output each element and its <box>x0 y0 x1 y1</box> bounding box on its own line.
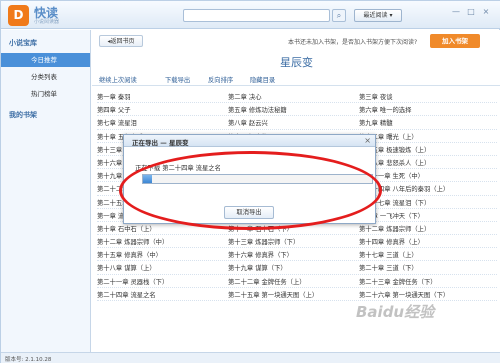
chapter-row: 第十八章 谋算（上） 第十九章 谋算（下） 第二十章 三道（下） <box>97 261 497 275</box>
app-subtitle: 小说阅读器 <box>34 19 60 25</box>
chapter-link[interactable]: 第三章 夜谈 <box>359 92 393 101</box>
chapter-link[interactable]: 第十章 石中石（上） <box>97 224 156 233</box>
app-logo: D <box>8 5 29 26</box>
chapter-link[interactable]: 第二十三章 金牌任务（下） <box>359 277 437 286</box>
chapter-link[interactable]: 第七章 流星泪 <box>97 118 137 127</box>
chapter-row: 第十二章 炼器宗师（中） 第十三章 炼器宗师（下） 第十四章 修真界（上） <box>97 235 497 249</box>
dialog-title: 正在导出 — 星辰变 <box>132 139 189 147</box>
chapter-link[interactable]: 第二十章 三道（下） <box>359 263 418 272</box>
recent-reading-button[interactable]: 最近阅读 ▾ <box>354 9 402 22</box>
sidebar: 小说宝库 今日推荐 分类列表 热门榜单 我的书架 <box>1 30 91 352</box>
download-export-button[interactable]: 下载导出 <box>165 75 190 84</box>
maximize-icon[interactable]: □ <box>466 7 476 17</box>
chapter-link[interactable]: 第十二章 炼器宗师（中） <box>97 237 168 246</box>
sidebar-item-label: 今日推荐 <box>31 56 57 64</box>
progress-bar <box>142 174 373 184</box>
sidebar-item-label: 热门榜单 <box>31 90 57 98</box>
chapter-row: 第二十四章 流星之名 第二十五章 第一块通天图（上） 第二十六章 第一块通天图（下） <box>97 288 497 301</box>
chapter-row: 第二十一章 灵器栈（下） 第二十二章 金牌任务（上） 第二十三章 金牌任务（下） <box>97 275 497 288</box>
watermark: Baidu经验 <box>356 303 435 321</box>
chapter-row: 第七章 流星泪 第八章 赵云兴 第九章 精髓 <box>97 116 497 130</box>
sidebar-section-library[interactable]: 小说宝库 <box>9 38 37 48</box>
chapter-link[interactable]: 第十二章 炼器宗师（上） <box>359 224 430 233</box>
chapter-link[interactable]: 第二章 决心 <box>228 92 262 101</box>
sidebar-item-label: 分类列表 <box>31 73 57 81</box>
chapter-link[interactable]: 第十九章 谋算（下） <box>228 263 287 272</box>
version-label: 版本号: 2.1.10.28 <box>5 357 52 363</box>
minimize-icon[interactable]: — <box>451 7 461 17</box>
shelf-notice: 本书还未加入书架，是否加入书架方便下次阅读? <box>288 39 418 46</box>
chapter-link[interactable]: 第二十一章 灵器栈（下） <box>97 277 168 286</box>
chapter-link[interactable]: 第八章 赵云兴 <box>228 118 268 127</box>
chapter-link[interactable]: 第九章 精髓 <box>359 118 393 127</box>
chapter-link[interactable]: 第十一章 石中石（下） <box>228 224 293 233</box>
chapter-link[interactable]: 第十六章 修真界（下） <box>228 250 293 259</box>
back-button[interactable]: ◂返回书页 <box>99 35 143 47</box>
title-bar: D 快读 小说阅读器 ⌕ 最近阅读 ▾ — □ × <box>1 1 500 29</box>
chapter-link[interactable]: 第六章 唯一的选择 <box>359 105 411 114</box>
chapter-link[interactable]: 第五章 修炼功法秘籍 <box>228 105 287 114</box>
sidebar-item-recommend[interactable]: 今日推荐 <box>1 53 90 67</box>
chapter-row: 第四章 父子 第五章 修炼功法秘籍 第六章 唯一的选择 <box>97 103 497 117</box>
chapter-row: 第十五章 修真界（中） 第十六章 修真界（下） 第十七章 三道（上） <box>97 248 497 262</box>
cancel-export-button[interactable]: 取消导出 <box>224 206 274 219</box>
chapter-link[interactable]: 第四章 父子 <box>97 105 131 114</box>
status-bar: 版本号: 2.1.10.28 <box>1 352 500 363</box>
close-icon[interactable]: × <box>364 136 371 145</box>
download-status: 正在下载 第二十四章 流星之名 <box>135 165 221 172</box>
chapter-row: 第一章 秦羽 第二章 决心 第三章 夜谈 <box>97 90 497 104</box>
chapter-link[interactable]: 第一章 秦羽 <box>97 92 131 101</box>
export-dialog: 正在导出 — 星辰变 × 正在下载 第二十四章 流星之名 取消导出 <box>123 134 376 224</box>
chapter-link[interactable]: 第十八章 谋算（上） <box>97 263 156 272</box>
chapter-link[interactable]: 第十七章 三道（上） <box>359 250 418 259</box>
progress-fill <box>143 175 153 183</box>
sidebar-item-categories[interactable]: 分类列表 <box>1 70 90 84</box>
app-window: D 快读 小说阅读器 ⌕ 最近阅读 ▾ — □ × 小说宝库 今日推荐 分类列表… <box>0 0 500 363</box>
search-icon[interactable]: ⌕ <box>332 9 346 22</box>
search-input[interactable] <box>183 9 330 22</box>
book-title: 星辰变 <box>280 56 313 69</box>
reverse-sort-button[interactable]: 反向排序 <box>208 75 233 84</box>
chapter-link[interactable]: 第二十四章 流星之名 <box>97 290 156 299</box>
add-to-shelf-button[interactable]: 加入书架 <box>430 34 480 48</box>
chapter-link[interactable]: 第二十二章 金牌任务（上） <box>228 277 306 286</box>
chapter-link[interactable]: 第十四章 修真界（上） <box>359 237 424 246</box>
dialog-header: 正在导出 — 星辰变 × <box>124 135 375 147</box>
sidebar-section-shelf[interactable]: 我的书架 <box>9 110 37 120</box>
chapter-link[interactable]: 第十三章 炼器宗师（下） <box>228 237 299 246</box>
chapter-link[interactable]: 第二十六章 第一块通天图（下） <box>359 290 449 299</box>
close-icon[interactable]: × <box>481 7 491 17</box>
chapter-link[interactable]: 第二十五章 第一块通天图（上） <box>228 290 318 299</box>
hide-toc-button[interactable]: 隐藏目录 <box>250 75 275 84</box>
continue-reading-button[interactable]: 继续上次阅读 <box>99 75 137 84</box>
sidebar-item-ranking[interactable]: 热门榜单 <box>1 87 90 101</box>
chapter-toolbar: 继续上次阅读 下载导出 反向排序 隐藏目录 <box>92 72 500 86</box>
chapter-link[interactable]: 第十五章 修真界（中） <box>97 250 162 259</box>
